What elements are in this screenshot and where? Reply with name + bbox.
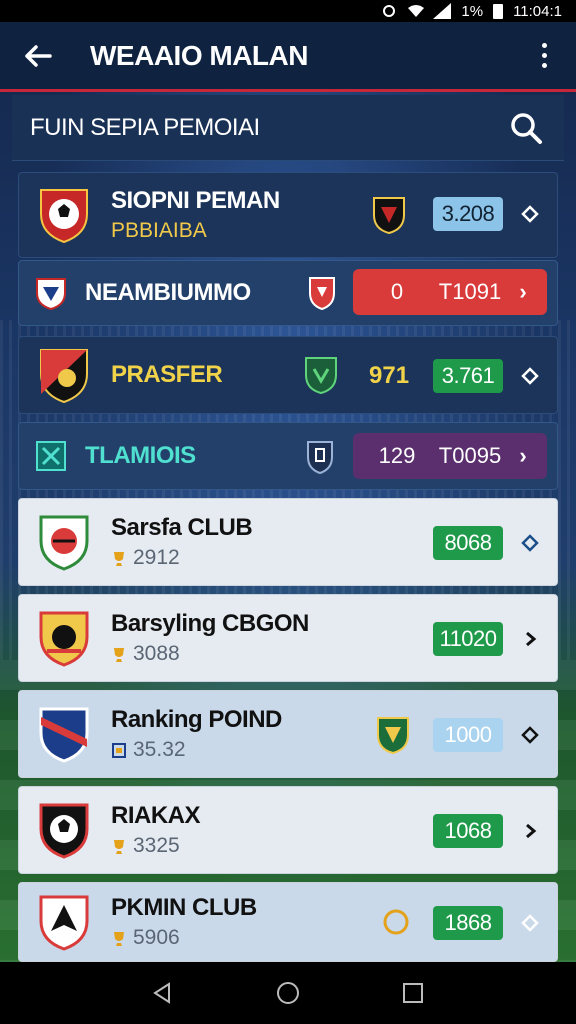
system-nav-bar [0, 962, 576, 1024]
team-subtitle: PBBIAIBA [111, 219, 207, 242]
app-title: WEAAIO MALAN [90, 39, 308, 71]
app-bar: WEAAIO MALAN [0, 22, 576, 92]
search-icon [511, 112, 542, 144]
diamond-icon [519, 724, 541, 746]
team-crest-icon [40, 189, 88, 244]
team-name: SIOPNI PEMAN [111, 187, 280, 214]
trophy-icon [114, 932, 124, 946]
shield-icon [377, 717, 409, 755]
trophy-icon [114, 552, 124, 566]
team-crest-icon [39, 803, 89, 859]
score-badge: 3.208 [433, 197, 503, 231]
score-badge: 8068 [433, 526, 503, 560]
team-crest-icon [39, 895, 89, 951]
list-item[interactable]: Ranking POIND 35.32 1000 [18, 690, 558, 778]
nav-home-button[interactable] [268, 973, 308, 1013]
shield-icon [309, 277, 335, 311]
home-score: 0 [390, 279, 404, 304]
calendar-icon [112, 743, 126, 758]
chevron-right-icon [519, 628, 541, 650]
trophy-icon [114, 840, 124, 854]
list-item[interactable]: PKMIN CLUB 5906 1868 [18, 882, 558, 962]
back-arrow-icon [25, 44, 52, 67]
battery-icon [493, 3, 504, 19]
points-value: 971 [369, 362, 410, 389]
section-header: FUIN SEPIA PEMOIAI [12, 95, 564, 161]
diamond-icon [519, 203, 541, 225]
team-name: Sarsfa CLUB [111, 514, 253, 541]
score-badge: 1868 [433, 906, 503, 940]
chevron-right-icon [519, 820, 541, 842]
match-score-button[interactable]: 0 T1091 › [353, 269, 547, 315]
away-score: T1091 [438, 279, 502, 304]
square-recents-icon [403, 983, 424, 1003]
list-item[interactable]: Barsyling CBGON 3088 11020 [18, 594, 558, 682]
diamond-icon [519, 912, 541, 934]
shield-icon [305, 357, 337, 395]
chevron-right-icon: › [519, 279, 527, 304]
team-name: Barsyling CBGON [111, 610, 309, 637]
battery-percent: 1% [461, 2, 484, 20]
score-badge: 1068 [433, 814, 503, 848]
team-crest-icon [36, 441, 66, 471]
team-name: PKMIN CLUB [111, 894, 257, 921]
nav-back-button[interactable] [143, 973, 183, 1013]
team-points: 35.32 [133, 738, 186, 761]
diamond-icon [519, 365, 541, 387]
team-name: Ranking POIND [111, 706, 282, 733]
chevron-right-icon: › [519, 443, 527, 468]
sync-icon [381, 4, 397, 18]
away-score: T0095 [438, 443, 502, 468]
search-button[interactable] [506, 108, 546, 148]
wifi-icon [407, 4, 425, 18]
team-crest-icon [40, 349, 88, 404]
circle-home-icon [276, 982, 299, 1004]
list-item[interactable]: RIAKAX 3325 1068 [18, 786, 558, 874]
clock: 11:04:1 [513, 2, 562, 20]
team-name: PRASFER [111, 361, 223, 388]
team-name: TLAMIOIS [85, 442, 196, 469]
ring-icon [383, 909, 409, 935]
team-crest-icon [39, 611, 89, 667]
list-item[interactable]: Sarsfa CLUB 2912 8068 [18, 498, 558, 586]
team-name: NEAMBIUMMO [85, 279, 251, 306]
signal-icon [433, 3, 452, 19]
dot-icon [541, 53, 547, 58]
team-crest-icon [39, 707, 89, 763]
nav-recents-button[interactable] [393, 973, 433, 1013]
score-badge: 11020 [433, 622, 503, 656]
score-badge: 3.761 [433, 359, 503, 393]
team-points: 5906 [133, 926, 180, 949]
diamond-icon [519, 532, 541, 554]
team-points: 3325 [133, 834, 180, 857]
dot-icon [541, 43, 547, 48]
match-score-button[interactable]: 129 T0095 › [353, 433, 547, 479]
team-crest-icon [36, 278, 66, 311]
team-points: 2912 [133, 546, 180, 569]
home-score: 129 [378, 443, 416, 468]
triangle-back-icon [152, 982, 170, 1004]
team-points: 3088 [133, 642, 180, 665]
score-badge: 1000 [433, 718, 503, 752]
list-item[interactable]: TLAMIOIS 129 T0095 › [18, 422, 558, 490]
overflow-menu-button[interactable] [532, 38, 556, 74]
team-crest-icon [39, 515, 89, 571]
dot-icon [541, 63, 547, 68]
shield-icon [373, 197, 405, 235]
status-bar: 1% 11:04:1 [0, 0, 576, 22]
list-item[interactable]: NEAMBIUMMO 0 T1091 › [18, 260, 558, 326]
shield-icon [307, 441, 333, 475]
back-button[interactable] [20, 38, 56, 74]
team-name: RIAKAX [111, 802, 201, 829]
list-item[interactable]: PRASFER 971 3.761 [18, 336, 558, 414]
section-title: FUIN SEPIA PEMOIAI [30, 113, 260, 141]
trophy-icon [114, 648, 124, 662]
list-item[interactable]: SIOPNI PEMAN PBBIAIBA 3.208 [18, 172, 558, 258]
